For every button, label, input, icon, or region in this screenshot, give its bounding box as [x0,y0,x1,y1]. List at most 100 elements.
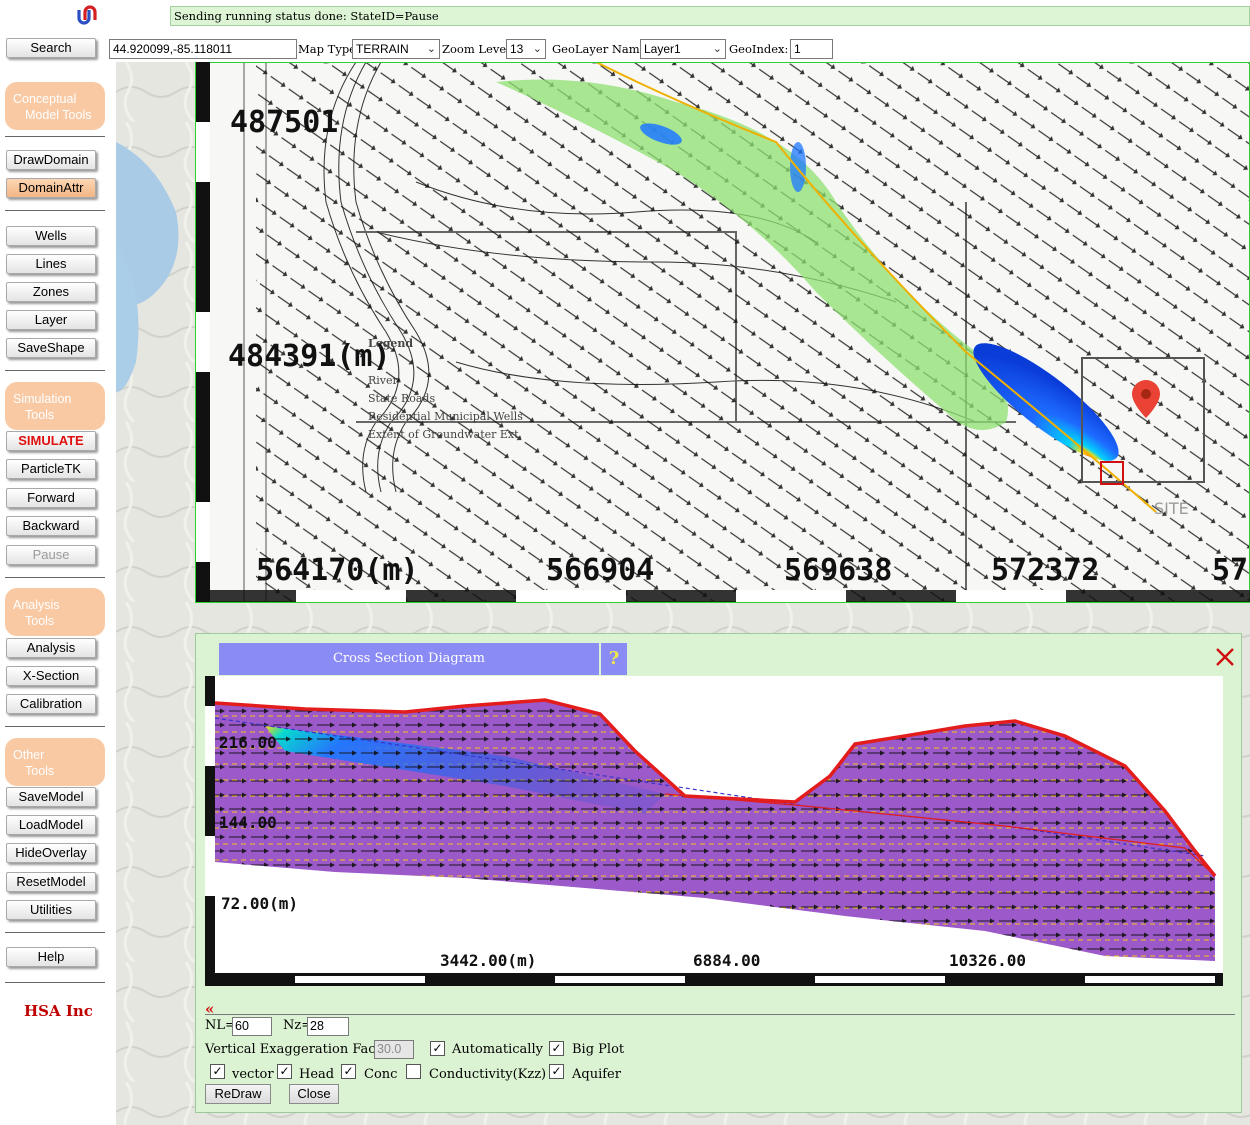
divider [5,932,105,933]
other-tools-group[interactable]: Other Tools [5,738,105,786]
chevron-down-icon: ⌄ [426,43,436,55]
vertical-exaggeration-label: Vertical Exaggeration Factor [205,1042,395,1057]
group-label: Tools [25,614,55,628]
big-plot-checkbox[interactable]: ✓ [549,1041,564,1056]
simulation-tools-group[interactable]: Simulation Tools [5,382,105,430]
status-message: Sending running status done: StateID=Pau… [170,6,1250,26]
site-label: SITE [1154,499,1189,518]
nl-input[interactable]: 60 [232,1017,272,1036]
vector-label: vector [232,1067,274,1082]
layer-button[interactable]: Layer [6,310,96,330]
plot-y-label: 216.00 [219,733,277,752]
map-type-value: TERRAIN [356,42,409,56]
backward-button[interactable]: Backward [6,516,96,536]
group-label: Tools [25,408,55,422]
redraw-button[interactable]: ReDraw [205,1084,271,1104]
map-y-label: 484391(m) [228,339,391,374]
map-y-label: 487501 [230,105,338,140]
help-button[interactable]: ? [601,643,627,675]
zoom-level-select[interactable]: 13 ⌄ [506,39,546,59]
simulate-button[interactable]: SIMULATE [6,431,96,451]
collapse-button[interactable]: « [205,1000,214,1018]
plot-x-label: 6884.00 [693,951,760,970]
divider [5,136,105,137]
group-label: Analysis [13,598,60,612]
svg-text:State Roads: State Roads [368,392,435,405]
geoindex-input[interactable]: 1 [790,39,833,59]
calibration-button[interactable]: Calibration [6,694,96,714]
map-x-label: 569638 [784,553,892,588]
divider [5,982,105,983]
zones-button[interactable]: Zones [6,282,96,302]
plot-x-label: 3442.00(m) [440,951,536,970]
group-label: Conceptual [13,92,77,106]
conductivity-checkbox[interactable] [406,1064,421,1079]
map-x-label: 564170(m) [256,553,419,588]
pause-button[interactable]: Pause [6,545,96,565]
load-model-button[interactable]: LoadModel [6,815,96,835]
utilities-button[interactable]: Utilities [6,900,96,920]
svg-text:Residential Municipal Wells: Residential Municipal Wells [368,410,523,423]
lines-button[interactable]: Lines [6,254,96,274]
conc-label: Conc [364,1067,398,1082]
plume-spot [790,142,806,192]
map-x-label: 575 [1212,553,1250,588]
geolayer-name-value: Layer1 [644,42,681,56]
nz-input[interactable]: 28 [307,1017,349,1036]
svg-text:River: River [368,374,399,387]
plot-y-label: 72.00(m) [221,894,298,913]
divider [5,577,105,578]
cross-section-title: Cross Section Diagram [219,643,599,675]
aquifer-label: Aquifer [572,1067,621,1082]
geoindex-label: GeoIndex: [729,42,789,56]
aquifer-details [215,700,1215,961]
save-model-button[interactable]: SaveModel [6,787,96,807]
vector-checkbox[interactable]: ✓ [210,1064,225,1079]
conc-checkbox[interactable]: ✓ [341,1064,356,1079]
cross-section-plot[interactable]: 216.00 144.00 72.00(m) 3442.00(m) 6884.0… [205,676,1223,986]
close-button[interactable]: Close [289,1084,339,1104]
divider [205,1014,1235,1015]
company-name: HSA Inc [24,1002,93,1020]
aquifer-checkbox[interactable]: ✓ [549,1064,564,1079]
head-checkbox[interactable]: ✓ [277,1064,292,1079]
analysis-tools-group[interactable]: Analysis Tools [5,588,105,636]
x-section-button[interactable]: X-Section [6,666,96,686]
group-label: Model Tools [25,108,92,122]
hide-overlay-button[interactable]: HideOverlay [6,843,96,863]
automatically-label: Automatically [452,1042,543,1057]
plot-x-label: 10326.00 [949,951,1026,970]
search-button[interactable]: Search [6,38,96,58]
conductivity-label: Conductivity(Kzz) [429,1067,547,1082]
divider [5,370,105,371]
divider [5,210,105,211]
plot-y-label: 144.00 [219,813,277,832]
help-button[interactable]: Help [6,947,96,967]
map-x-label: 572372 [991,553,1099,588]
vertical-exaggeration-input[interactable]: 30.0 [374,1040,414,1059]
map-type-select[interactable]: TERRAIN ⌄ [352,39,440,59]
save-shape-button[interactable]: SaveShape [6,338,96,358]
close-icon[interactable] [1214,646,1236,668]
app-logo-icon [77,5,97,25]
automatically-checkbox[interactable]: ✓ [430,1041,445,1056]
forward-button[interactable]: Forward [6,488,96,508]
coordinates-input[interactable]: 44.920099,-85.118011 [109,39,297,59]
map-type-label: Map Type [298,42,356,56]
svg-text:Legend: Legend [368,337,413,350]
divider [5,726,105,727]
wells-button[interactable]: Wells [6,226,96,246]
domain-attr-button[interactable]: DomainAttr [6,178,96,198]
analysis-button[interactable]: Analysis [6,638,96,658]
geolayer-name-label: GeoLayer Name: [552,42,651,56]
particle-tk-button[interactable]: ParticleTK [6,459,96,479]
group-label: Other [13,748,45,762]
zoom-level-value: 13 [510,42,524,56]
draw-domain-button[interactable]: DrawDomain [6,150,96,170]
geolayer-name-select[interactable]: Layer1 ⌄ [640,39,726,59]
cross-section-panel: Cross Section Diagram ? 216.00 144.00 72… [195,633,1242,1113]
conceptual-model-tools-group[interactable]: Conceptual Model Tools [5,82,105,130]
reset-model-button[interactable]: ResetModel [6,872,96,892]
chevron-down-icon: ⌄ [712,43,722,55]
left-sidebar: Search Conceptual Model Tools DrawDomain… [0,0,116,1125]
